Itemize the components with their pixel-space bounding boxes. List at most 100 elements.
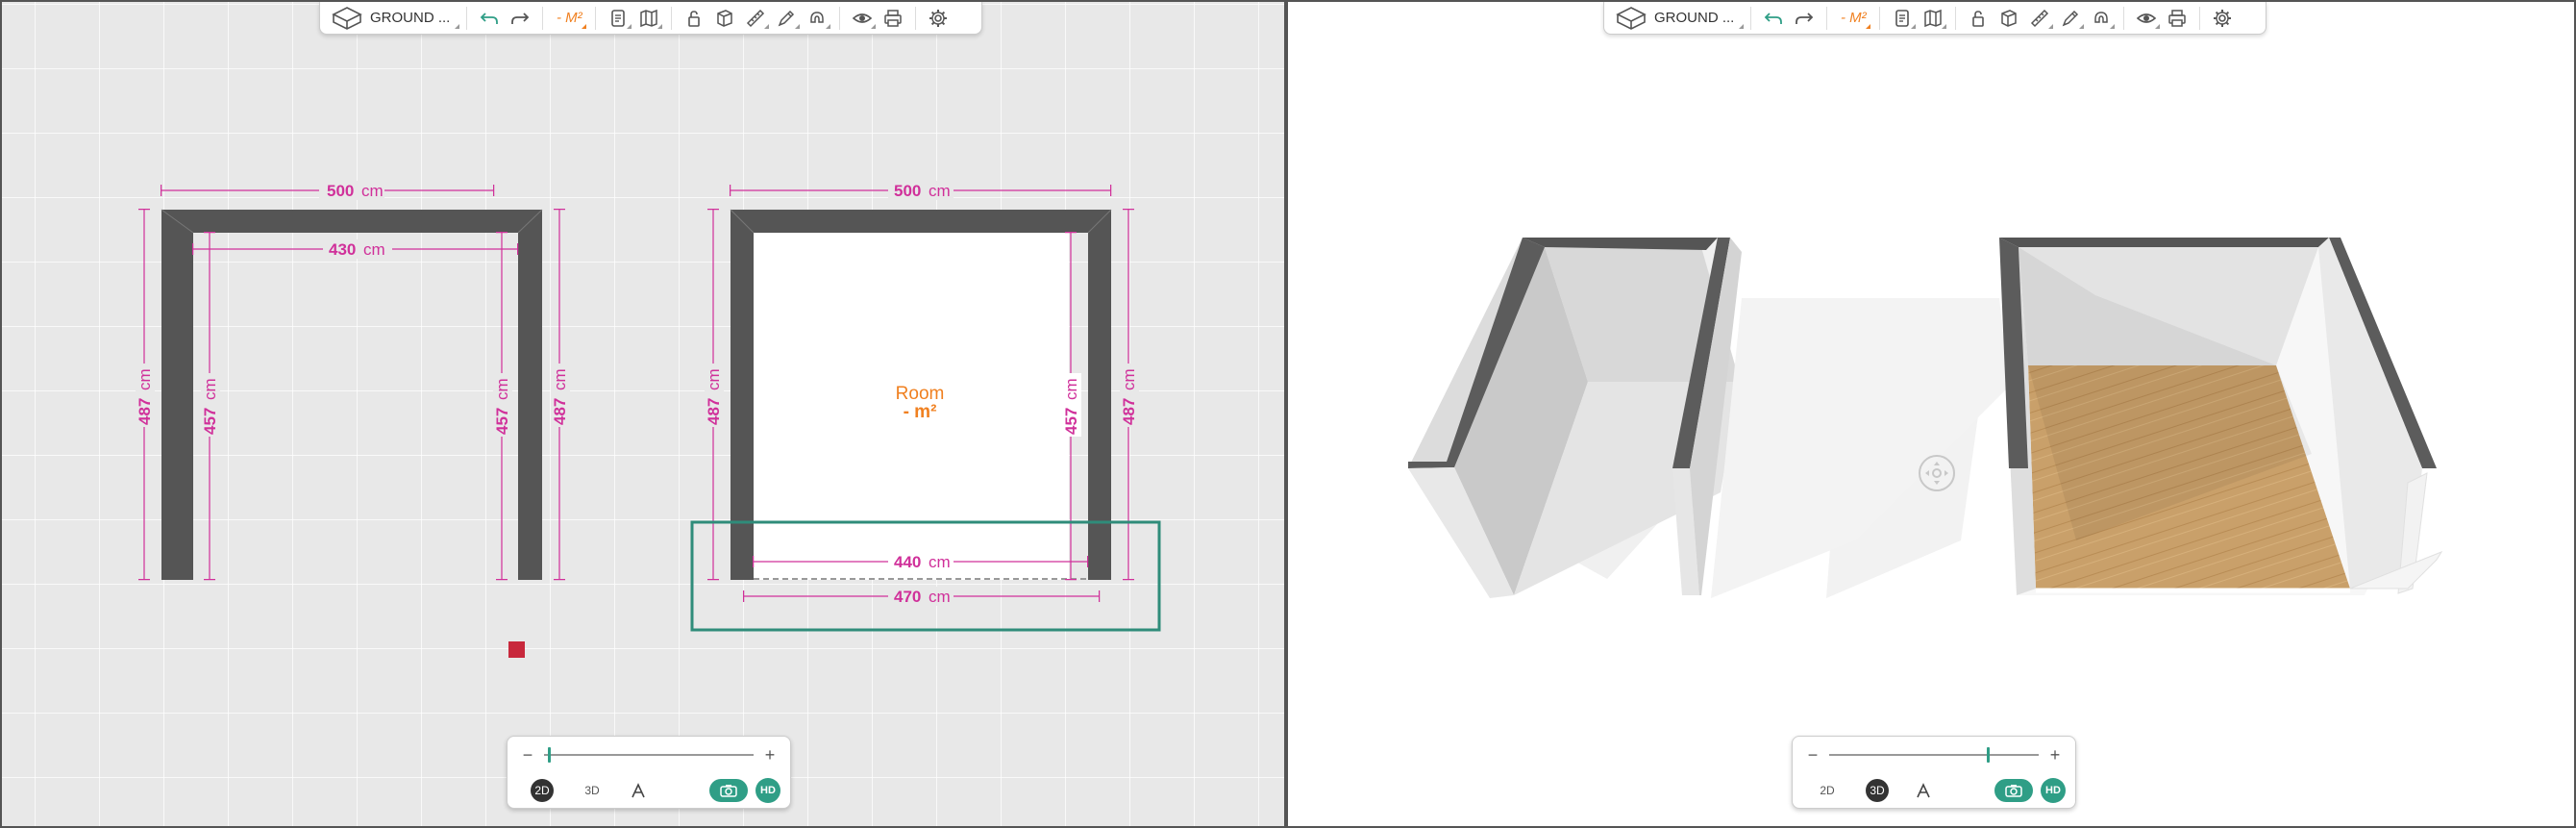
zoom-in-button[interactable]: + [763, 745, 777, 765]
plan-canvas[interactable]: 500 cm 430 cm 500 cm 440 cm 470 cm 487 c… [2, 2, 1286, 828]
plan-2d-view[interactable]: 500 cm 430 cm 500 cm 440 cm 470 cm 487 c… [0, 0, 1286, 828]
zoom-out-button[interactable]: − [521, 745, 534, 765]
hd-button[interactable]: HD [2041, 778, 2066, 803]
zoom-slider-thumb[interactable] [548, 747, 552, 763]
map-icon [1924, 9, 1943, 27]
lock-button[interactable] [679, 4, 709, 33]
wall-button[interactable] [1994, 4, 2024, 33]
area-button[interactable]: - M² [550, 4, 588, 33]
position-marker[interactable] [508, 641, 525, 658]
wall-cube-icon [2001, 9, 2018, 27]
map-button[interactable] [1918, 4, 1948, 33]
magnet-icon [2094, 11, 2109, 23]
draw-button[interactable] [771, 4, 802, 33]
undo-button[interactable] [1758, 4, 1789, 33]
toolbar-left: GROUND ... - M² [319, 2, 982, 35]
print-button[interactable] [2162, 4, 2192, 33]
room1-left-outer-dim: 487 [136, 398, 154, 425]
undo-icon [481, 12, 499, 24]
zoom-panel-right: − + 2D 3D HD [1792, 736, 2076, 809]
level-cube-icon [332, 6, 362, 30]
hd-button[interactable]: HD [755, 778, 780, 803]
measure-button[interactable] [2024, 4, 2055, 33]
draw-button[interactable] [2055, 4, 2086, 33]
report-icon [611, 9, 626, 27]
room1-top-outer-dim: 500 [327, 182, 354, 200]
room-label[interactable]: Room - m² [848, 385, 992, 421]
snapshot-button[interactable] [709, 779, 748, 802]
view-3d[interactable]: GROUND ... - M² − + 2D 3D HD [1286, 0, 2576, 828]
room2-bottom-inner-dim: 440 [894, 553, 921, 571]
room-area: - m² [903, 402, 937, 422]
pane-divider[interactable] [1284, 0, 1288, 828]
view-3d-button[interactable]: 3D [581, 779, 604, 802]
snapshot-button[interactable] [1994, 779, 2033, 802]
visibility-button[interactable] [2131, 4, 2162, 33]
zoom-slider[interactable] [1829, 747, 2039, 763]
room2-right-inner-unit: cm [1062, 378, 1080, 400]
pen-icon [2062, 10, 2079, 26]
room1-right-inner-dim: 457 [493, 408, 511, 435]
room2-left-outer-unit: cm [705, 368, 723, 390]
map-icon [640, 9, 658, 27]
toolbar-right: GROUND ... - M² [1603, 2, 2266, 35]
level-label: GROUND ... [1654, 10, 1735, 26]
room1-left-outer-unit: cm [136, 368, 154, 390]
view-2d-button[interactable]: 2D [531, 779, 554, 802]
area-label: - M² [557, 9, 582, 26]
measure-button[interactable] [740, 4, 771, 33]
room1-3d[interactable] [1408, 238, 1742, 598]
report-button[interactable] [1887, 4, 1918, 33]
room2-right-outer-unit: cm [1120, 368, 1138, 390]
room1-right-outer-unit: cm [551, 368, 569, 390]
settings-button[interactable] [923, 4, 954, 33]
visibility-button[interactable] [847, 4, 878, 33]
magnet-button[interactable] [802, 4, 832, 33]
undo-icon [1765, 12, 1783, 24]
view-3d-button[interactable]: 3D [1866, 779, 1889, 802]
redo-button[interactable] [505, 4, 535, 33]
camera-icon [2005, 785, 2022, 797]
zoom-panel-left: − + 2D 3D HD [507, 736, 791, 809]
eye-icon [853, 13, 873, 23]
area-button[interactable]: - M² [1834, 4, 1872, 33]
room2-bottom-inner-unit: cm [929, 553, 951, 571]
redo-icon [511, 12, 530, 24]
eye-icon [2137, 13, 2157, 23]
view-2d-button[interactable]: 2D [1816, 779, 1839, 802]
pen-icon [778, 10, 795, 26]
room2-bottom-outer-dim: 470 [894, 588, 921, 606]
lock-button[interactable] [1963, 4, 1994, 33]
print-icon [884, 9, 903, 27]
room1-top-outer-unit: cm [361, 182, 384, 200]
settings-button[interactable] [2207, 4, 2238, 33]
map-button[interactable] [633, 4, 664, 33]
ruler-icon [2031, 9, 2049, 27]
level-selector[interactable]: GROUND ... [328, 4, 460, 33]
zoom-in-button[interactable]: + [2048, 745, 2062, 765]
room1-left-inner-unit: cm [201, 378, 219, 400]
area-label: - M² [1841, 9, 1867, 26]
lock-icon [1972, 10, 1985, 27]
room2-top-outer-dim: 500 [894, 182, 921, 200]
level-selector-3d[interactable]: GROUND ... [1612, 4, 1745, 33]
print-button[interactable] [878, 4, 908, 33]
zoom-slider[interactable] [544, 747, 754, 763]
font-icon[interactable] [631, 783, 646, 798]
camera-icon [720, 785, 737, 797]
font-icon[interactable] [1916, 783, 1931, 798]
zoom-slider-thumb[interactable] [1986, 747, 1990, 763]
undo-button[interactable] [474, 4, 505, 33]
report-button[interactable] [603, 4, 633, 33]
room2-3d[interactable] [1999, 238, 2443, 595]
room2-top-outer-unit: cm [929, 182, 951, 200]
report-icon [1895, 9, 1910, 27]
magnet-button[interactable] [2086, 4, 2117, 33]
room2-bottom-outer-unit: cm [929, 588, 951, 606]
wall-button[interactable] [709, 4, 740, 33]
zoom-out-button[interactable]: − [1806, 745, 1820, 765]
scene-3d-canvas[interactable] [1288, 2, 2576, 828]
redo-icon [1796, 12, 1814, 24]
redo-button[interactable] [1789, 4, 1820, 33]
ruler-icon [747, 9, 765, 27]
